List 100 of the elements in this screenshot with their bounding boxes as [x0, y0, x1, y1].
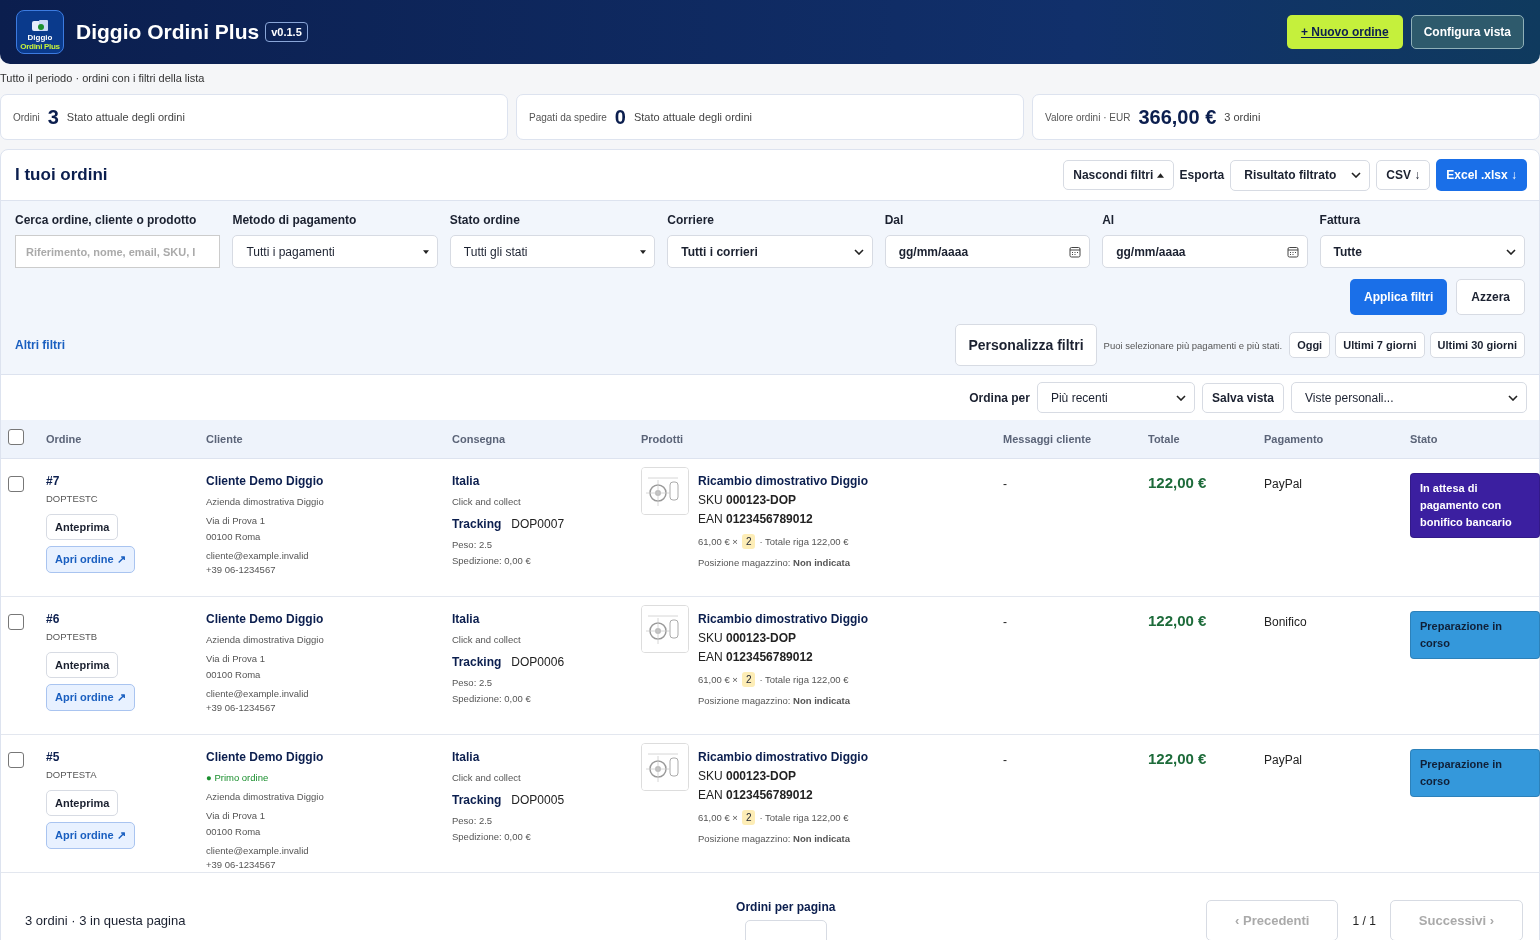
select-all-checkbox[interactable]	[8, 429, 24, 445]
product-sku: SKU 000123-DOP	[698, 631, 797, 645]
customer-messages: -	[1003, 477, 1007, 491]
column-header: Totale	[1148, 433, 1181, 445]
dropdown-field[interactable]: Tutti gli stati	[449, 235, 656, 268]
sort-select[interactable]: Più recenti	[1036, 382, 1195, 413]
select-field[interactable]: Tutti i corrieri	[667, 235, 873, 268]
app-title: Diggio Ordini Plus	[76, 20, 260, 44]
first-order-tag: ● Primo ordine	[206, 772, 269, 783]
company-name: Azienda dimostrativa Diggio	[206, 496, 324, 507]
filter-label: Corriere	[667, 213, 715, 227]
page-indicator: 1 / 1	[1352, 913, 1376, 928]
unit-price: 61,00 € ×	[698, 536, 738, 547]
delivery-country: Italia	[452, 612, 480, 626]
views-select[interactable]: Viste personali...	[1291, 382, 1527, 413]
column-header: Messaggi cliente	[1003, 433, 1093, 445]
delivery-method: Click and collect	[452, 634, 521, 645]
apply-filters-button[interactable]: Applica filtri	[1349, 279, 1448, 315]
hide-filters-button[interactable]: Nascondi filtri	[1063, 160, 1174, 190]
customer-email: cliente@example.invalid	[206, 688, 309, 699]
open-order-button[interactable]: Apri ordine ↗	[46, 684, 135, 711]
row-checkbox[interactable]	[8, 614, 24, 630]
weight-text: Peso: 2.5	[452, 677, 493, 688]
filter-label: Dal	[884, 213, 905, 227]
order-total: 122,00 €	[1148, 612, 1207, 629]
more-filters-link[interactable]: Altri filtri	[15, 338, 65, 352]
orders-count: 3 ordini · 3 in questa pagina	[25, 913, 186, 928]
select-field[interactable]: Tutte	[1319, 235, 1525, 268]
save-view-button[interactable]: Salva vista	[1201, 382, 1284, 413]
caret-icon	[422, 249, 429, 254]
date-range-button[interactable]: Oggi	[1289, 332, 1331, 358]
dropdown-field[interactable]: Tutti i pagamenti	[232, 235, 438, 268]
customer-name: Cliente Demo Diggio	[206, 612, 324, 626]
payment-method: Bonifico	[1264, 615, 1307, 629]
weight-text: Peso: 2.5	[452, 539, 493, 550]
weight-text: Peso: 2.5	[452, 815, 493, 826]
configure-view-button[interactable]: Configura vista	[1410, 15, 1524, 49]
customer-phone: +39 06-1234567	[206, 564, 276, 575]
date-field[interactable]: gg/mm/aaaa	[1102, 235, 1308, 268]
delivery-method: Click and collect	[452, 496, 521, 507]
stat-label: Valore ordini · EUR	[1045, 111, 1131, 123]
new-order-button[interactable]: + Nuovo ordine	[1286, 15, 1403, 49]
chevron-icon	[853, 248, 864, 255]
order-total: 122,00 €	[1148, 474, 1207, 491]
preview-button[interactable]: Anteprima	[46, 514, 119, 540]
open-order-button[interactable]: Apri ordine ↗	[46, 546, 135, 573]
calendar-icon	[1069, 245, 1082, 258]
row-checkbox[interactable]	[8, 752, 24, 768]
preview-button[interactable]: Anteprima	[46, 790, 119, 816]
panel-title: I tuoi ordini	[15, 165, 108, 185]
column-header: Cliente	[206, 433, 244, 445]
stat-value: 366,00 €	[1138, 105, 1217, 129]
address-line: 00100 Roma	[206, 669, 261, 680]
search-field[interactable]: Riferimento, nome, email, SKU, I	[15, 235, 221, 268]
tracking-code: DOP0006	[511, 655, 565, 669]
product-name: Ricambio dimostrativo Diggio	[698, 750, 868, 764]
address-line: Via di Prova 1	[206, 810, 265, 821]
excel-button[interactable]: Excel .xlsx ↓	[1436, 159, 1527, 191]
date-range-button[interactable]: Ultimi 30 giorni	[1429, 332, 1525, 358]
column-header: Prodotti	[641, 433, 685, 445]
order-total: 122,00 €	[1148, 750, 1207, 767]
box-icon	[30, 19, 50, 33]
row-checkbox[interactable]	[8, 476, 24, 492]
product-name: Ricambio dimostrativo Diggio	[698, 612, 868, 626]
stock-location: Posizione magazzino: Non indicata	[698, 557, 851, 568]
tracking-code: DOP0005	[511, 793, 565, 807]
tracking-label: Tracking	[452, 655, 502, 669]
date-range-button[interactable]: Ultimi 7 giorni	[1335, 332, 1425, 358]
status-badge: Preparazione in corso	[1410, 611, 1540, 659]
product-sku: SKU 000123-DOP	[698, 769, 797, 783]
customize-filters-button[interactable]: Personalizza filtri	[955, 324, 1097, 366]
open-order-button[interactable]: Apri ordine ↗	[46, 822, 135, 849]
company-name: Azienda dimostrativa Diggio	[206, 634, 324, 645]
payment-method: PayPal	[1264, 753, 1303, 767]
reset-button[interactable]: Azzera	[1456, 279, 1525, 315]
preview-button[interactable]: Anteprima	[46, 652, 119, 678]
order-reference: DOPTESTB	[46, 631, 98, 642]
stat-value: 0	[614, 105, 626, 129]
line-total: · Totale riga 122,00 €	[759, 536, 849, 547]
delivery-country: Italia	[452, 474, 480, 488]
address-line: 00100 Roma	[206, 531, 261, 542]
filter-label: Al	[1102, 213, 1116, 227]
logo-text: Ordini Plus	[20, 42, 60, 51]
address-line: 00100 Roma	[206, 826, 261, 837]
customer-messages: -	[1003, 615, 1007, 629]
hint-text: Puoi selezionare più pagamenti e più stati.	[1103, 339, 1283, 351]
unit-price: 61,00 € ×	[698, 812, 738, 823]
export-select[interactable]: Risultato filtrato	[1230, 159, 1371, 191]
filter-label: Cerca ordine, cliente o prodotto	[15, 213, 198, 227]
shipping-cost: Spedizione: 0,00 €	[452, 693, 531, 704]
customer-phone: +39 06-1234567	[206, 702, 276, 713]
stat-value: 3	[47, 105, 59, 129]
stat-label: Ordini	[13, 111, 40, 123]
date-field[interactable]: gg/mm/aaaa	[884, 235, 1091, 268]
column-header: Stato	[1410, 433, 1439, 445]
product-sku: SKU 000123-DOP	[698, 493, 797, 507]
caret-icon	[1156, 173, 1164, 179]
customer-email: cliente@example.invalid	[206, 845, 309, 856]
product-ean: EAN 0123456789012	[698, 512, 813, 526]
csv-button[interactable]: CSV ↓	[1376, 160, 1431, 190]
